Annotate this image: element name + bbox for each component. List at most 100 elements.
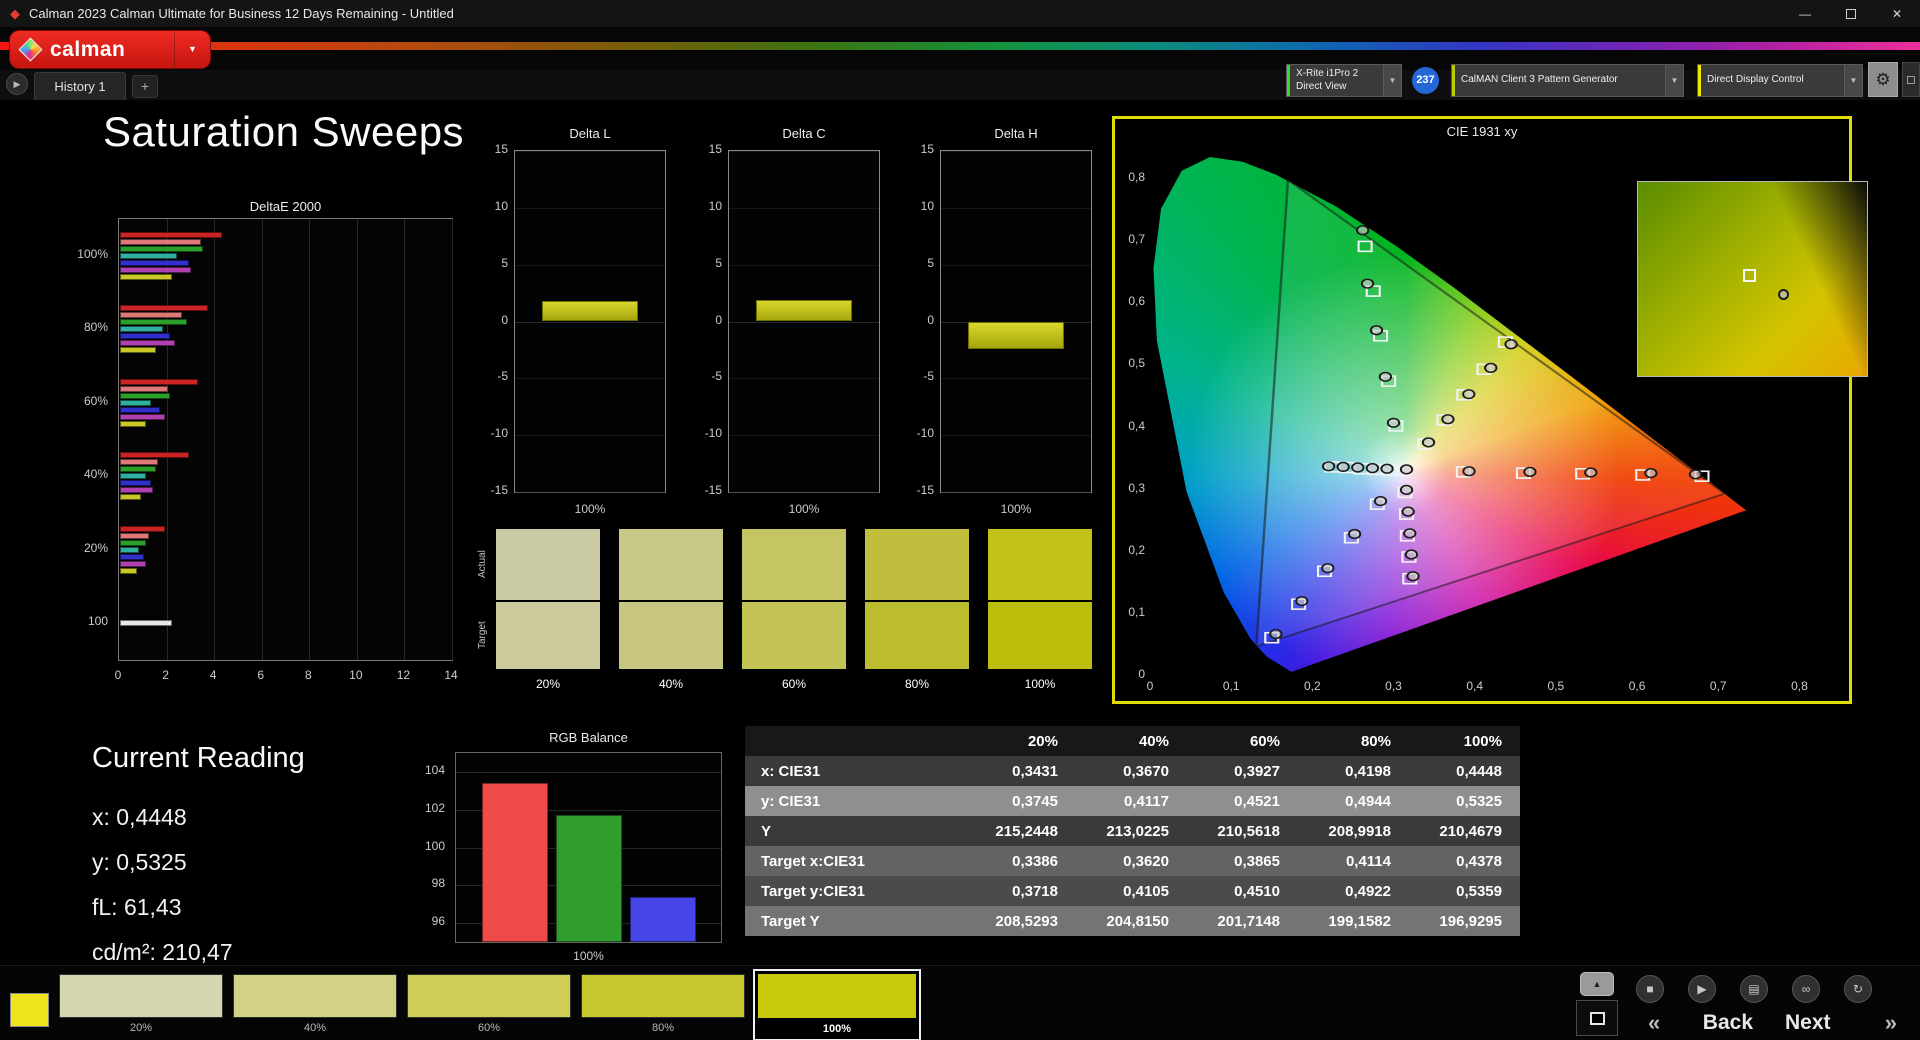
gridline [729,264,879,266]
deltae-bar [120,420,147,427]
deltae-plot [118,218,453,661]
deltae-bar [120,494,142,501]
axis-tick-label: 20% [83,540,108,555]
cell-value: 0,4448 [1456,762,1502,780]
gridline [729,321,879,323]
deltae-bar [120,378,199,385]
calman-window: ◆ Calman 2023 Calman Ultimate for Busine… [0,0,1920,1040]
patch-count-badge[interactable]: 237 [1412,67,1439,94]
target-swatch [619,602,723,669]
tab-history-1[interactable]: History 1 [34,72,126,100]
column-header: 40% [1138,732,1169,750]
axis-tick-label: 2 [162,668,169,682]
gridline [515,151,665,152]
cell-value: 0,4944 [1345,792,1391,810]
axis-tick-label: 0 [1146,679,1154,693]
cell-value: 0,4105 [1123,882,1169,900]
save-button[interactable]: ▤ [1740,975,1768,1003]
current-reading: x: 0,4448 y: 0,5325 fL: 61,43 cd/m²: 210,47 [92,795,233,975]
axis-tick-label: 0,1 [1128,604,1145,619]
axis-tick-label: -15 [916,483,934,497]
chart-title: Delta C [782,126,826,141]
cell-value: 213,0225 [1106,822,1169,840]
deltae-bar [120,406,161,413]
next-button[interactable]: Next » [1775,1006,1907,1039]
stop-button[interactable]: ■ [1636,975,1664,1003]
settings-button[interactable]: ⚙ [1868,62,1898,97]
axis-tick-label: 0,3 [1385,679,1402,693]
deltae-bar [120,532,149,539]
target-swatch [988,602,1092,669]
deltae-bar [120,252,178,259]
pattern-window-button[interactable] [1576,1000,1618,1036]
play-button[interactable]: ▶ [1688,975,1716,1003]
cell-value: 204,8150 [1106,912,1169,930]
tab-scroll-button[interactable]: ▶ [6,73,28,95]
cell-value: 0,5325 [1456,792,1502,810]
window-icon [1907,75,1915,84]
deltae-bar [120,466,156,473]
measured-marker [1380,463,1394,474]
titlebar: ◆ Calman 2023 Calman Ultimate for Busine… [0,0,1920,27]
target-swatch [865,602,969,669]
actual-swatch [496,529,600,600]
row-label: Target y:CIE31 [761,882,865,900]
pattern-patch-60%[interactable]: 60% [407,974,571,1036]
pattern-patch-100%[interactable]: 100% [753,969,921,1040]
delta-bar [968,321,1064,349]
display-control-dropdown[interactable]: Direct Display Control ▼ [1697,64,1863,97]
pattern-patch-80%[interactable]: 80% [581,974,745,1036]
minimize-button[interactable]: — [1782,0,1828,27]
measured-marker [1269,628,1283,640]
overflow-button[interactable] [1902,62,1920,97]
meter-dropdown[interactable]: X-Rite i1Pro 2 Direct View ▼ [1286,64,1402,97]
deltae-bar [120,560,147,567]
axis-tick-label: 0 [715,312,722,327]
maximize-button[interactable] [1828,0,1874,27]
panel-collapse-button[interactable]: ▲ [1580,972,1614,996]
axis-label: 100% [788,502,820,516]
rgb-yaxis: 104 102 100 98 96 [403,752,449,943]
delta-l-chart: Delta L 15 10 5 0 -5 -10 -15 100% [491,126,666,526]
deltae-bar [120,326,163,333]
cell-value: 0,3670 [1123,762,1169,780]
reading-line: fL: 61,43 [92,894,182,920]
measured-marker [1462,466,1476,477]
pattern-patch-40%[interactable]: 40% [233,974,397,1036]
pattern-patch-20%[interactable]: 20% [59,974,223,1036]
add-tab-button[interactable]: + [132,75,158,98]
close-button[interactable]: ✕ [1874,0,1920,27]
cell-value: 210,5618 [1217,822,1280,840]
axis-tick-label: -5 [711,369,722,384]
deltae-bar [120,399,151,406]
calman-menu-button[interactable]: calman ▼ [10,31,210,68]
axis-tick-label: -15 [490,483,508,497]
column-header: 100% [1463,732,1502,750]
measured-marker [1321,461,1336,472]
meter-status-accent [1287,65,1290,96]
patch-color [757,973,917,1019]
gridline [941,207,1091,209]
link-button[interactable]: ∞ [1792,975,1820,1003]
cell-value: 0,3718 [1012,882,1058,900]
back-button[interactable]: « Back [1638,1006,1763,1039]
cell-value: 0,4378 [1456,852,1502,870]
axis-tick-label: 80% [83,320,108,335]
deltae-bar [120,459,159,466]
axis-tick-label: 8 [304,668,312,682]
pattern-generator-dropdown[interactable]: CalMAN Client 3 Pattern Generator ▼ [1451,64,1684,97]
measured-marker [1373,495,1388,507]
delta-h-chart: Delta H 15 10 5 0 -5 -10 -15 100% [917,126,1092,526]
row-label: Target x:CIE31 [761,852,865,870]
refresh-button[interactable]: ↻ [1844,975,1872,1003]
delta-c-chart: Delta C 15 10 5 0 -5 -10 -15 100% [705,126,880,526]
logo-dropdown-arrow-icon[interactable]: ▼ [174,31,210,68]
chart-plot [940,150,1092,493]
gridline [941,264,1091,266]
chevron-down-icon: ▼ [1665,65,1683,96]
measured-marker [1399,484,1414,495]
delta-bar [542,301,638,322]
cell-value: 201,7148 [1217,912,1280,930]
axis-tick-label: 10 [920,198,934,213]
patch-label: 80% [651,1022,675,1034]
